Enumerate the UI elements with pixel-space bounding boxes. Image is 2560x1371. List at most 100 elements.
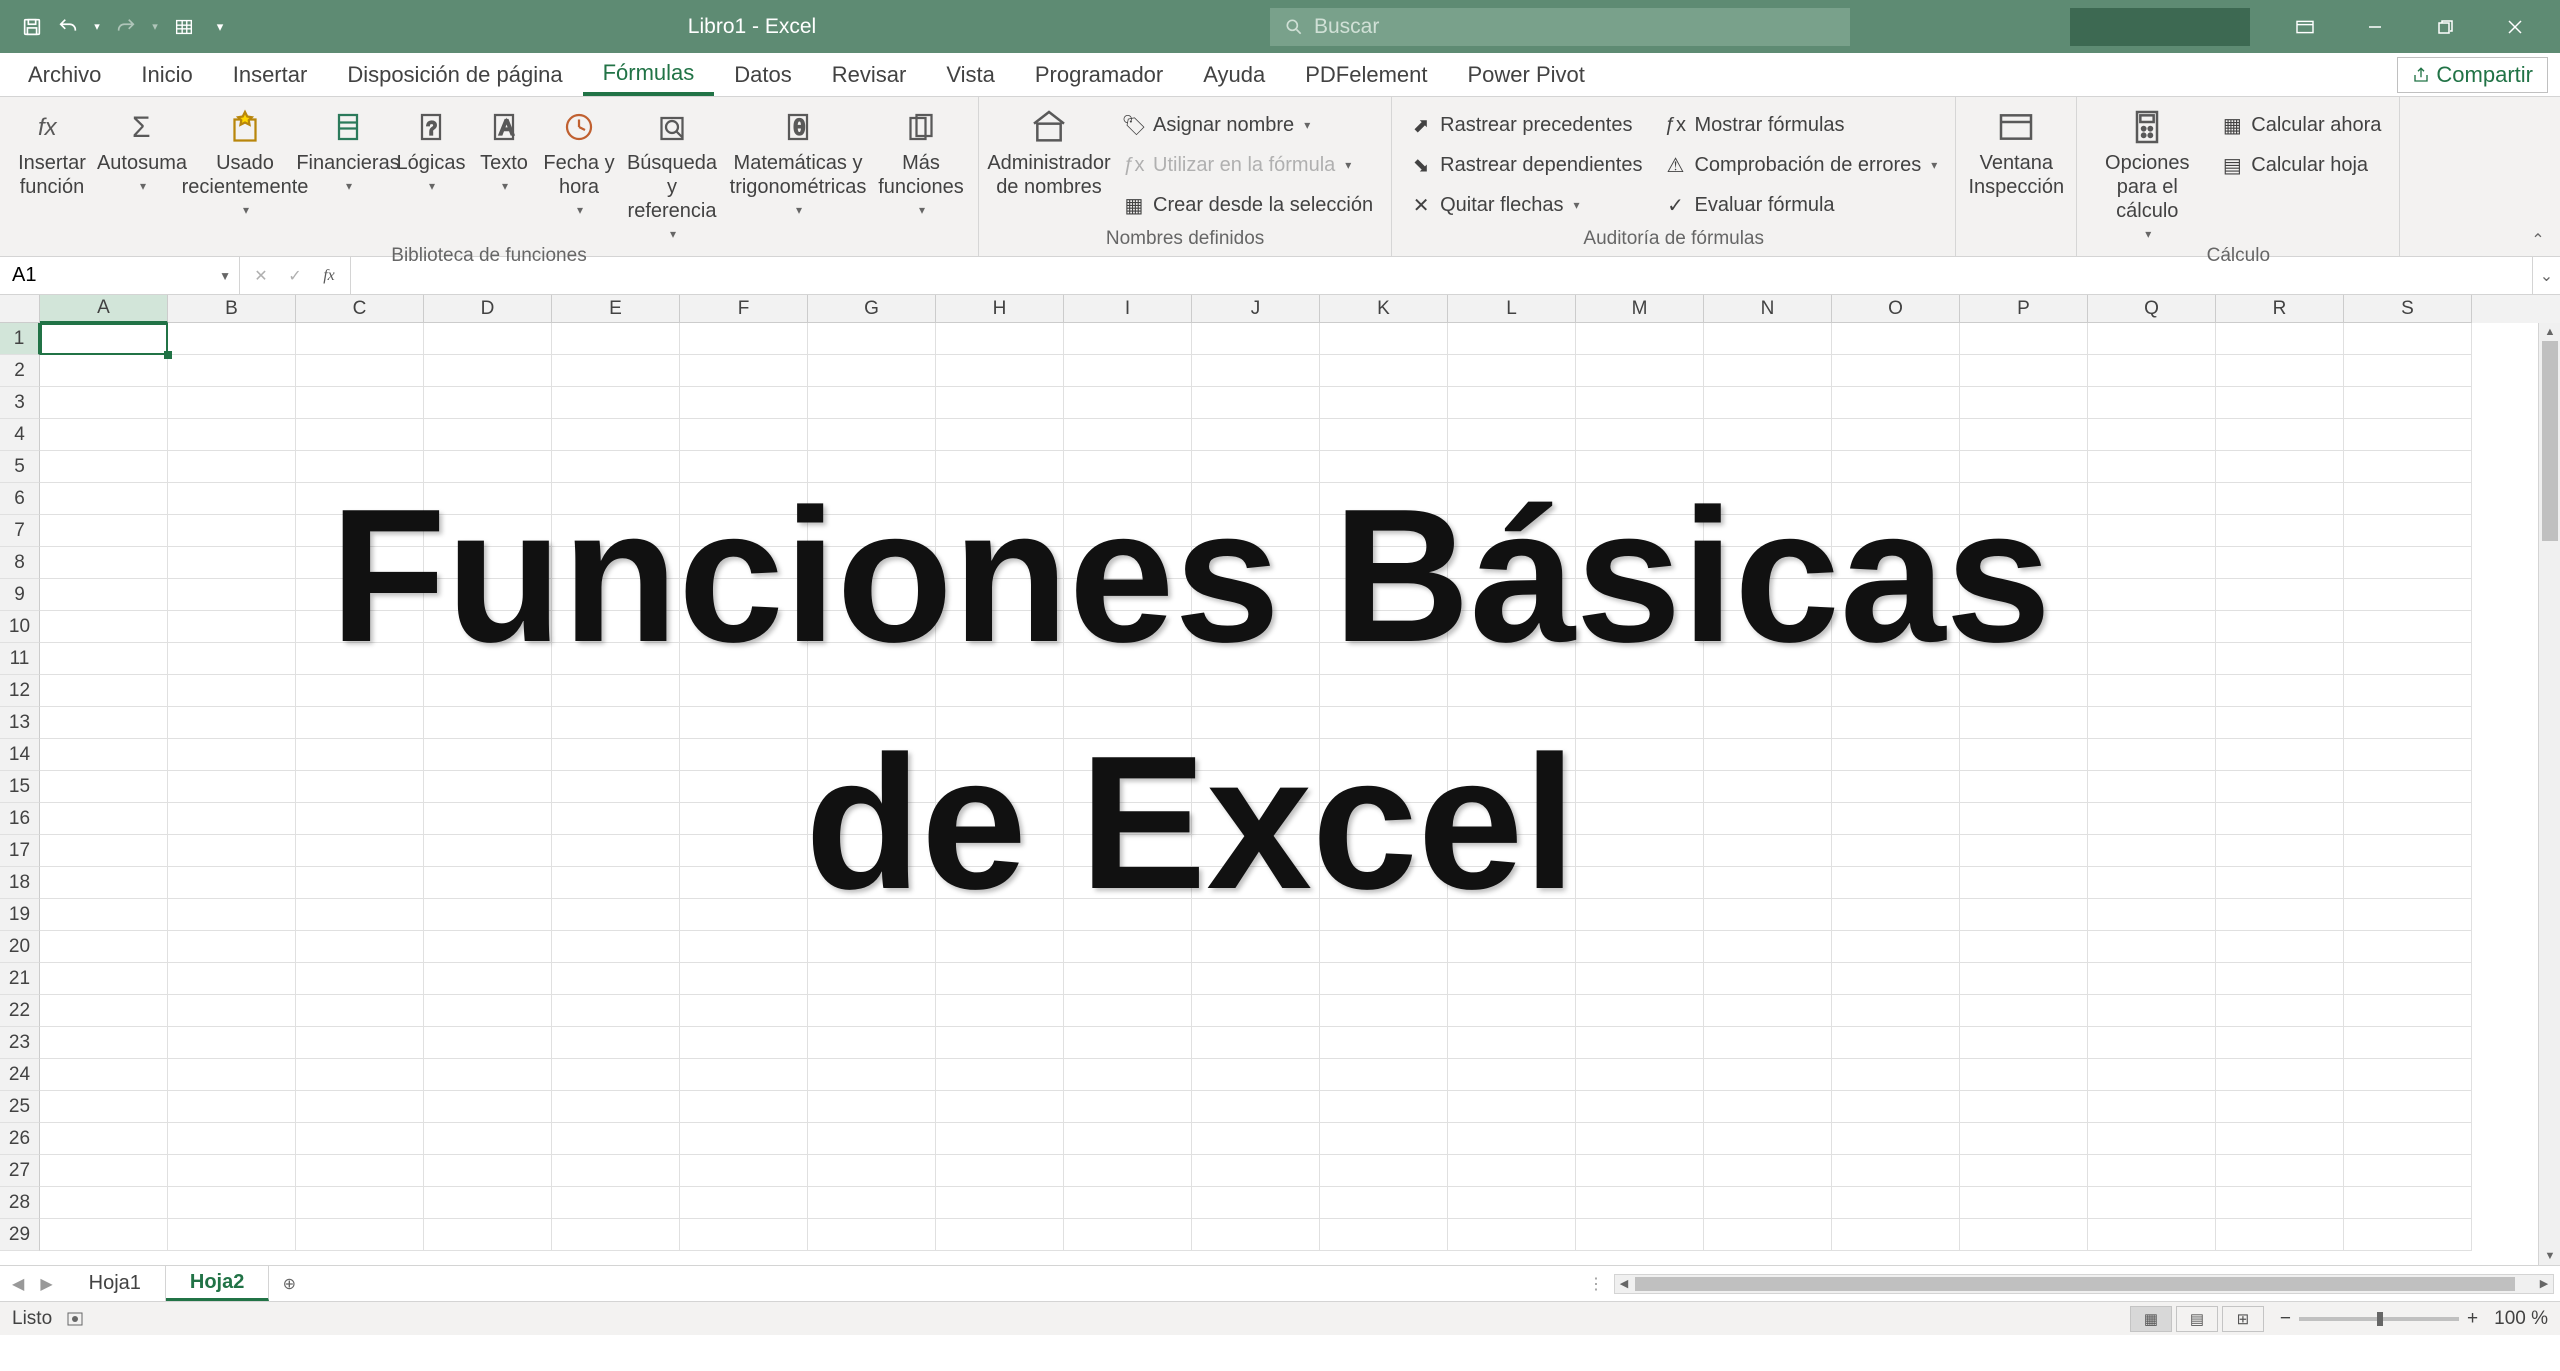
column-header-G[interactable]: G <box>808 295 936 323</box>
row-header-21[interactable]: 21 <box>0 963 40 995</box>
column-header-Q[interactable]: Q <box>2088 295 2216 323</box>
redo-dropdown-icon[interactable]: ▾ <box>148 13 162 41</box>
view-page-layout-button[interactable]: ▤ <box>2176 1306 2218 1332</box>
zoom-track[interactable] <box>2299 1317 2459 1321</box>
tab-vista[interactable]: Vista <box>926 53 1015 96</box>
row-header-12[interactable]: 12 <box>0 675 40 707</box>
row-header-1[interactable]: 1 <box>0 323 40 355</box>
save-icon[interactable] <box>18 13 46 41</box>
user-account-badge[interactable] <box>2070 8 2250 46</box>
vertical-scrollbar[interactable]: ▲ ▼ <box>2538 323 2560 1265</box>
sheet-prev-icon[interactable]: ◀ <box>12 1274 24 1294</box>
autosum-button[interactable]: Σ Autosuma ▾ <box>100 103 184 193</box>
zoom-thumb[interactable] <box>2377 1312 2383 1326</box>
macro-record-icon[interactable] <box>66 1310 84 1328</box>
tab-programador[interactable]: Programador <box>1015 53 1183 96</box>
column-header-L[interactable]: L <box>1448 295 1576 323</box>
row-header-26[interactable]: 26 <box>0 1123 40 1155</box>
column-header-D[interactable]: D <box>424 295 552 323</box>
collapse-ribbon-icon[interactable]: ⌃ <box>2526 230 2550 250</box>
zoom-in-icon[interactable]: + <box>2467 1308 2478 1330</box>
redo-icon[interactable] <box>112 13 140 41</box>
name-manager-button[interactable]: Administrador de nombres <box>989 103 1109 199</box>
search-box[interactable]: Buscar <box>1270 8 1850 46</box>
calculate-now-button[interactable]: ▦Calcular ahora <box>2213 107 2389 143</box>
column-header-E[interactable]: E <box>552 295 680 323</box>
minimize-icon[interactable] <box>2340 0 2410 53</box>
maximize-icon[interactable] <box>2410 0 2480 53</box>
show-formulas-button[interactable]: ƒxMostrar fórmulas <box>1656 107 1945 143</box>
view-page-break-button[interactable]: ⊞ <box>2222 1306 2264 1332</box>
lookup-reference-button[interactable]: Búsqueda y referencia ▾ <box>622 103 722 241</box>
split-handle-icon[interactable]: ⋮ <box>1588 1274 1604 1294</box>
view-normal-button[interactable]: ▦ <box>2130 1306 2172 1332</box>
undo-dropdown-icon[interactable]: ▾ <box>90 13 104 41</box>
tab-datos[interactable]: Datos <box>714 53 811 96</box>
row-header-3[interactable]: 3 <box>0 387 40 419</box>
scroll-left-icon[interactable]: ◀ <box>1615 1275 1633 1293</box>
column-header-H[interactable]: H <box>936 295 1064 323</box>
row-header-20[interactable]: 20 <box>0 931 40 963</box>
row-header-5[interactable]: 5 <box>0 451 40 483</box>
column-header-O[interactable]: O <box>1832 295 1960 323</box>
select-all-corner[interactable] <box>0 295 40 323</box>
evaluate-formula-button[interactable]: ✓Evaluar fórmula <box>1656 187 1945 223</box>
row-header-10[interactable]: 10 <box>0 611 40 643</box>
scroll-down-icon[interactable]: ▼ <box>2539 1247 2560 1265</box>
row-header-17[interactable]: 17 <box>0 835 40 867</box>
row-header-19[interactable]: 19 <box>0 899 40 931</box>
chevron-down-icon[interactable]: ▼ <box>219 269 231 283</box>
row-header-24[interactable]: 24 <box>0 1059 40 1091</box>
tab-pdfelement[interactable]: PDFelement <box>1285 53 1447 96</box>
row-header-23[interactable]: 23 <box>0 1027 40 1059</box>
row-header-11[interactable]: 11 <box>0 643 40 675</box>
scroll-thumb[interactable] <box>1635 1277 2515 1291</box>
column-header-K[interactable]: K <box>1320 295 1448 323</box>
row-header-6[interactable]: 6 <box>0 483 40 515</box>
logical-button[interactable]: ? Lógicas ▾ <box>396 103 466 193</box>
row-header-13[interactable]: 13 <box>0 707 40 739</box>
cells-area[interactable]: Funciones Básicas de Excel <box>40 323 2560 1251</box>
row-header-2[interactable]: 2 <box>0 355 40 387</box>
tab-inicio[interactable]: Inicio <box>121 53 212 96</box>
row-header-14[interactable]: 14 <box>0 739 40 771</box>
insert-function-button[interactable]: fx Insertar función <box>10 103 94 199</box>
watch-window-button[interactable]: Ventana Inspección <box>1966 103 2066 199</box>
financial-button[interactable]: Financieras ▾ <box>306 103 390 193</box>
recently-used-button[interactable]: Usado recientemente ▾ <box>190 103 300 217</box>
column-header-A[interactable]: A <box>40 295 168 323</box>
sheet-tab-hoja1[interactable]: Hoja1 <box>65 1266 166 1301</box>
share-button[interactable]: Compartir <box>2397 57 2548 93</box>
spreadsheet-grid[interactable]: ABCDEFGHIJKLMNOPQRS 12345678910111213141… <box>0 295 2560 1265</box>
row-header-28[interactable]: 28 <box>0 1187 40 1219</box>
column-header-B[interactable]: B <box>168 295 296 323</box>
row-header-18[interactable]: 18 <box>0 867 40 899</box>
text-button[interactable]: A Texto ▾ <box>472 103 536 193</box>
ribbon-display-icon[interactable] <box>2270 0 2340 53</box>
create-from-selection-button[interactable]: ▦Crear desde la selección <box>1115 187 1381 223</box>
date-time-button[interactable]: Fecha y hora ▾ <box>542 103 616 217</box>
row-header-16[interactable]: 16 <box>0 803 40 835</box>
tab-archivo[interactable]: Archivo <box>8 53 121 96</box>
calculate-sheet-button[interactable]: ▤Calcular hoja <box>2213 147 2389 183</box>
column-header-N[interactable]: N <box>1704 295 1832 323</box>
define-name-button[interactable]: 🏷Asignar nombre ▾ <box>1115 107 1381 143</box>
row-header-4[interactable]: 4 <box>0 419 40 451</box>
tab-ayuda[interactable]: Ayuda <box>1183 53 1285 96</box>
scroll-right-icon[interactable]: ▶ <box>2535 1275 2553 1293</box>
column-header-P[interactable]: P <box>1960 295 2088 323</box>
row-header-15[interactable]: 15 <box>0 771 40 803</box>
zoom-slider[interactable]: − + <box>2280 1308 2478 1330</box>
expand-formula-bar-icon[interactable]: ⌄ <box>2532 257 2560 294</box>
undo-icon[interactable] <box>54 13 82 41</box>
customize-qat-icon[interactable]: ▾ <box>206 13 234 41</box>
remove-arrows-button[interactable]: ✕Quitar flechas ▾ <box>1402 187 1650 223</box>
row-header-7[interactable]: 7 <box>0 515 40 547</box>
row-header-25[interactable]: 25 <box>0 1091 40 1123</box>
row-header-22[interactable]: 22 <box>0 995 40 1027</box>
tab-insertar[interactable]: Insertar <box>213 53 328 96</box>
tab-disposicion[interactable]: Disposición de página <box>327 53 582 96</box>
grid-icon[interactable] <box>170 13 198 41</box>
column-header-F[interactable]: F <box>680 295 808 323</box>
row-header-29[interactable]: 29 <box>0 1219 40 1251</box>
